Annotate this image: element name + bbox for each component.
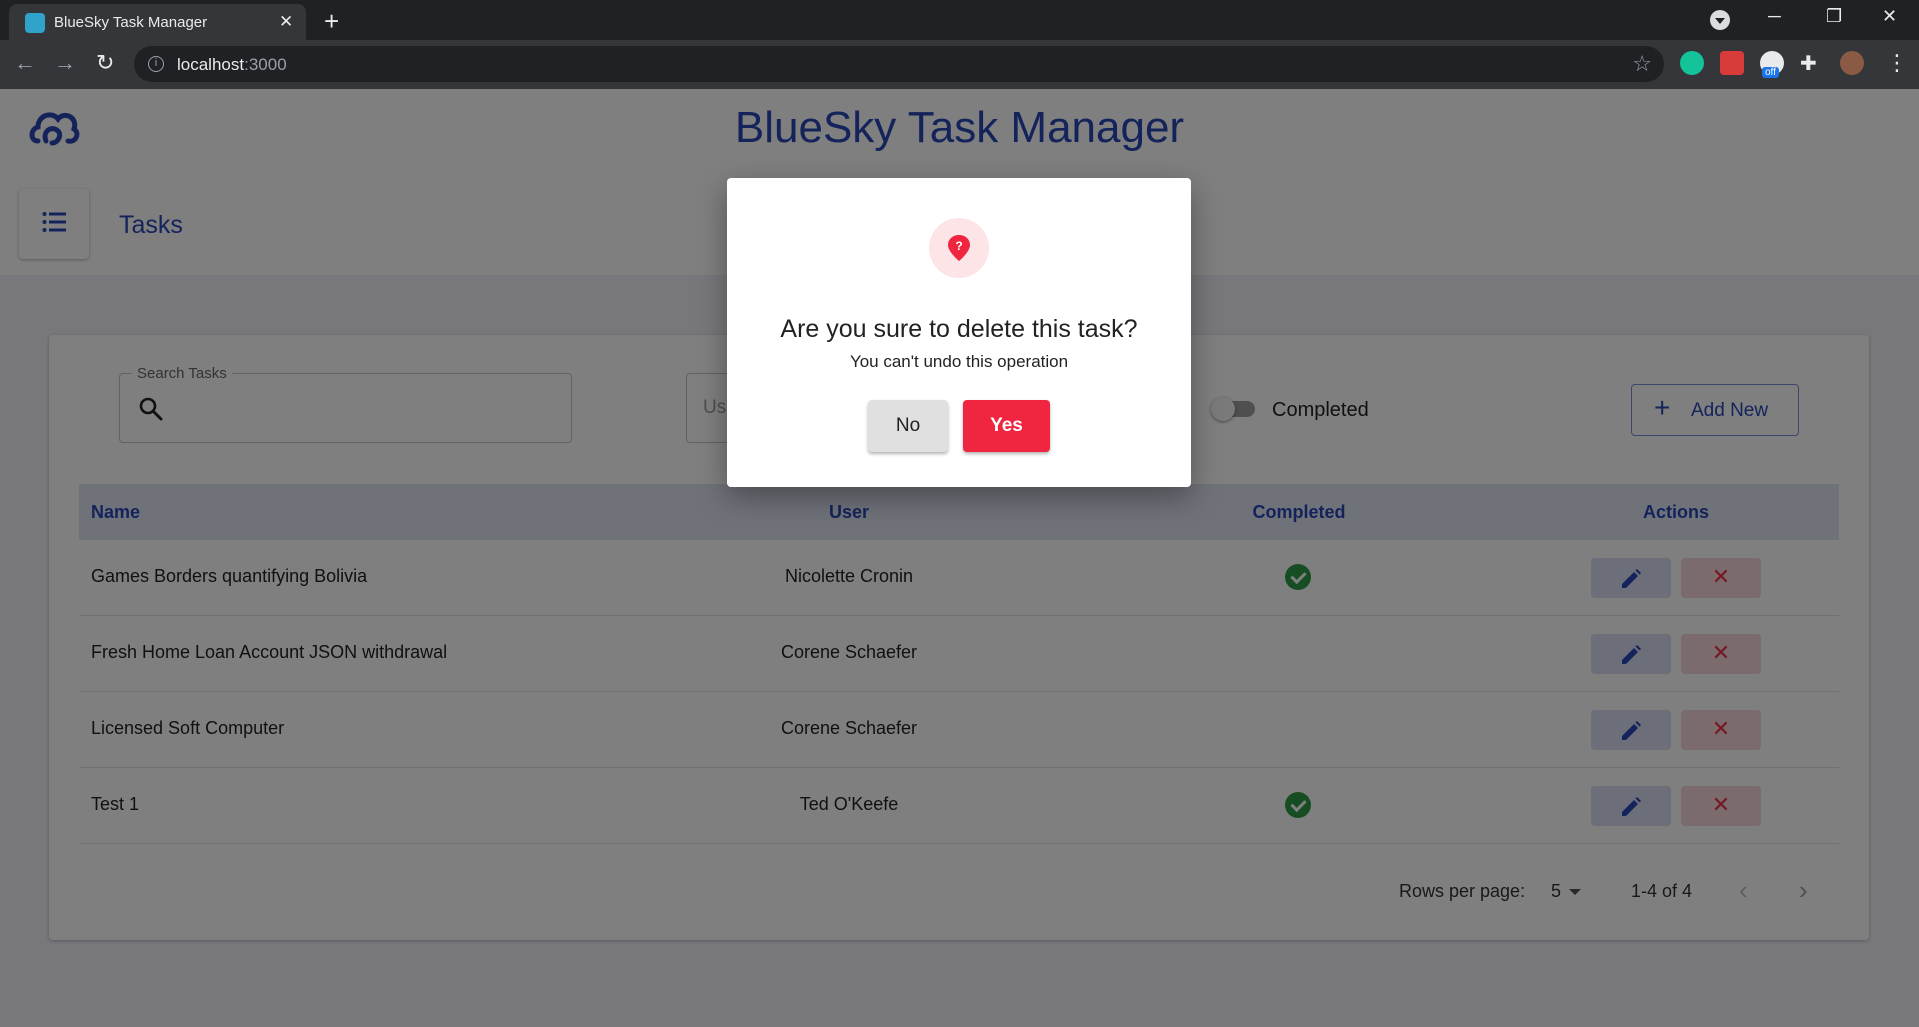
extension-off-badge: off bbox=[1762, 67, 1779, 78]
profile-avatar[interactable] bbox=[1840, 51, 1864, 75]
reload-icon[interactable]: ↻ bbox=[96, 50, 114, 76]
close-window-icon[interactable]: ✕ bbox=[1882, 6, 1897, 27]
back-icon[interactable]: ← bbox=[14, 50, 36, 76]
no-button[interactable]: No bbox=[868, 400, 948, 452]
dialog-subtitle: You can't undo this operation bbox=[849, 352, 1069, 371]
profile-dropdown-icon[interactable] bbox=[1710, 10, 1730, 30]
svg-text:?: ? bbox=[955, 239, 962, 253]
browser-tab[interactable]: BlueSky Task Manager ✕ bbox=[9, 4, 306, 40]
bookmark-star-icon[interactable]: ☆ bbox=[1632, 51, 1652, 77]
forward-icon[interactable]: → bbox=[54, 50, 76, 76]
react-favicon-icon bbox=[25, 13, 45, 33]
browser-toolbar: ← → ↻ i localhost:3000 ☆ off ✚ ⋮ bbox=[0, 40, 1919, 89]
question-marker-icon: ? bbox=[948, 235, 970, 261]
dialog-title: Are you sure to delete this task? bbox=[780, 315, 1138, 343]
close-tab-icon[interactable]: ✕ bbox=[279, 12, 293, 32]
new-tab-icon[interactable]: + bbox=[324, 6, 339, 37]
address-bar[interactable]: i localhost:3000 ☆ bbox=[134, 46, 1664, 82]
restore-icon[interactable]: ❐ bbox=[1826, 6, 1842, 27]
extensions-puzzle-icon[interactable]: ✚ bbox=[1800, 51, 1824, 75]
minimize-icon[interactable]: ─ bbox=[1768, 6, 1781, 27]
grammarly-extension-icon[interactable] bbox=[1680, 51, 1704, 75]
url-text: localhost:3000 bbox=[177, 55, 287, 74]
question-icon-badge: ? bbox=[929, 218, 989, 278]
browser-menu-icon[interactable]: ⋮ bbox=[1886, 50, 1908, 76]
yes-button[interactable]: Yes bbox=[963, 400, 1050, 452]
delete-confirm-dialog: ? Are you sure to delete this task? You … bbox=[727, 178, 1191, 487]
extension-red-icon[interactable] bbox=[1720, 51, 1744, 75]
tab-title: BlueSky Task Manager bbox=[54, 14, 208, 31]
site-info-icon[interactable]: i bbox=[148, 56, 164, 72]
browser-tabstrip: BlueSky Task Manager ✕ + ─ ❐ ✕ bbox=[0, 0, 1919, 40]
